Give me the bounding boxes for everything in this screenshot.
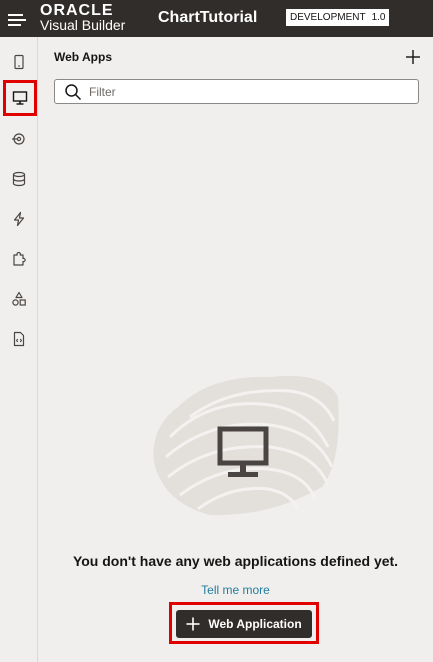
rail-web-apps[interactable]: [3, 80, 37, 116]
environment-badge: DEVELOPMENT 1.0: [286, 9, 390, 26]
filter-field[interactable]: [54, 79, 419, 104]
plus-icon: [186, 617, 200, 631]
database-icon: [12, 171, 26, 187]
app-name[interactable]: ChartTutorial: [158, 9, 257, 27]
rail-layouts[interactable]: [5, 285, 33, 313]
product-name: Visual Builder: [40, 17, 126, 33]
plus-icon[interactable]: [404, 48, 422, 66]
web-apps-panel: Web Apps You don't have any web applicat…: [38, 37, 433, 662]
lightning-icon: [13, 211, 25, 227]
shapes-icon: [12, 291, 26, 306]
side-rail: [0, 37, 38, 662]
rail-source[interactable]: [5, 325, 33, 353]
top-bar: ORACLE Visual Builder ChartTutorial DEVE…: [0, 0, 433, 37]
rail-services[interactable]: [5, 125, 33, 153]
add-web-application-label: Web Application: [208, 617, 302, 631]
empty-state-illustration: [153, 375, 339, 516]
empty-state-message: You don't have any web applications defi…: [72, 553, 399, 569]
rail-mobile-apps[interactable]: [5, 48, 33, 76]
rail-business-objects[interactable]: [5, 165, 33, 193]
panel-title: Web Apps: [54, 50, 113, 64]
rail-components[interactable]: [5, 245, 33, 273]
rail-processes[interactable]: [5, 205, 33, 233]
search-icon: [65, 84, 82, 101]
environment-label: DEVELOPMENT: [290, 12, 366, 23]
puzzle-icon: [13, 251, 26, 266]
source-file-icon: [13, 331, 25, 347]
filter-input[interactable]: [89, 83, 409, 100]
mobile-icon: [14, 54, 24, 70]
monitor-icon: [12, 91, 28, 105]
hamburger-icon[interactable]: [8, 11, 26, 27]
version-label: 1.0: [371, 12, 386, 23]
service-icon: [12, 133, 25, 145]
tell-me-more-link[interactable]: Tell me more: [38, 583, 433, 597]
add-web-application-button[interactable]: Web Application: [176, 610, 312, 638]
